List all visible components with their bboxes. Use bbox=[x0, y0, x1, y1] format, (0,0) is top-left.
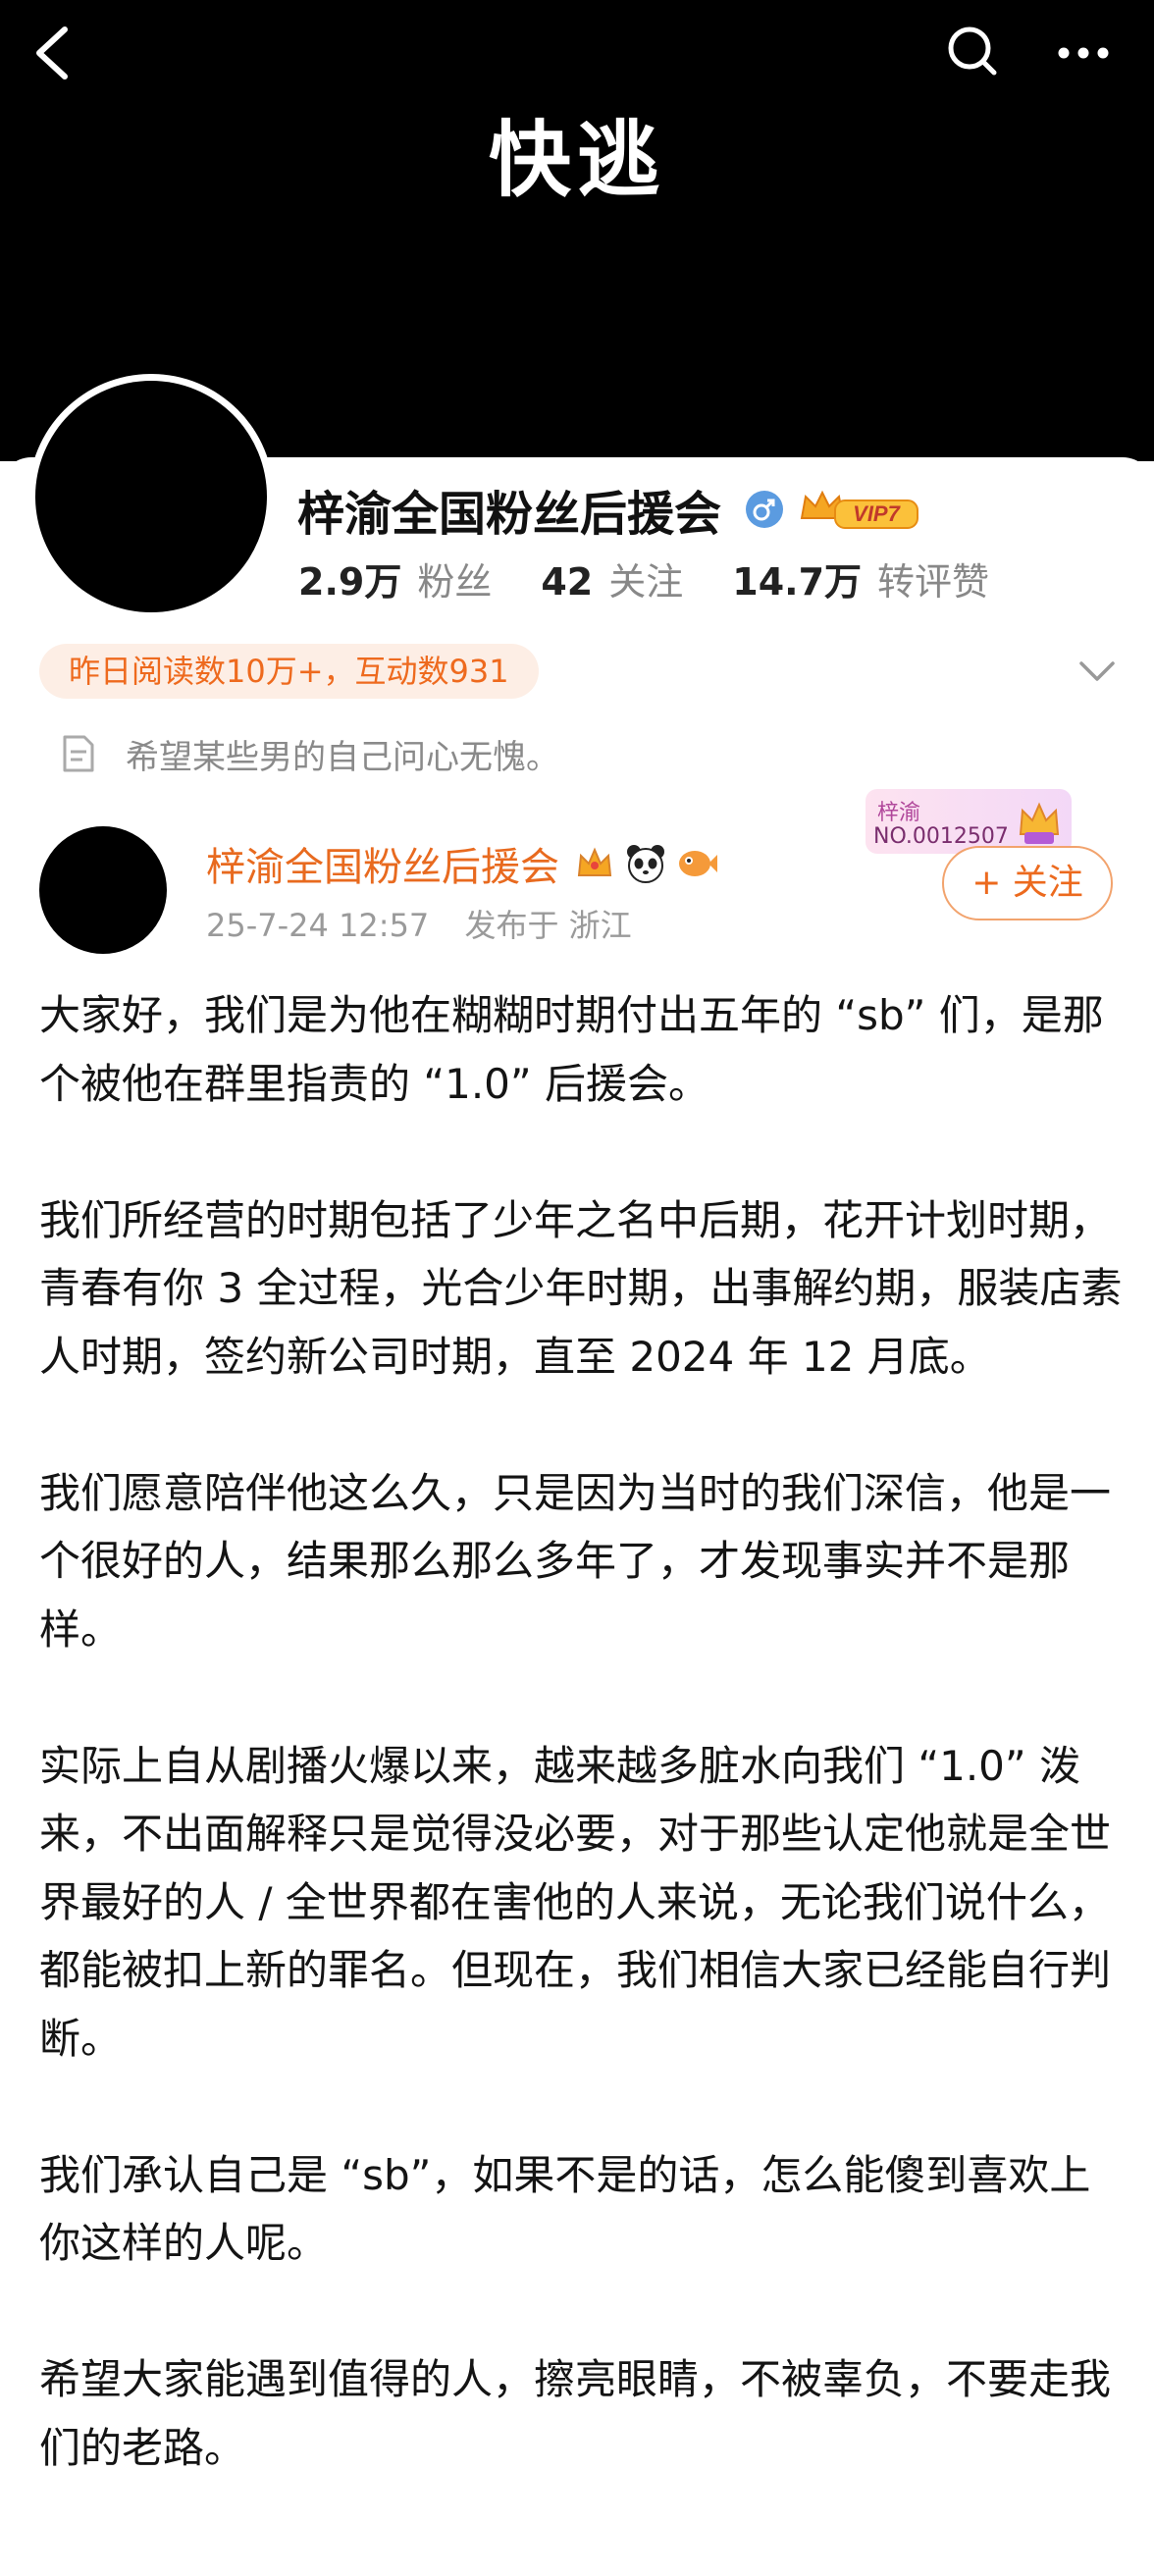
post-paragraph: 我们所经营的时期包括了少年之名中后期，花开计划时期，青春有你 3 全过程，光合少… bbox=[39, 1195, 1123, 1381]
interactions-label: 转评赞 bbox=[877, 560, 990, 604]
cover-title: 快逃 bbox=[488, 112, 665, 208]
crown-icon bbox=[1019, 802, 1060, 844]
profile-bio: 希望某些男的自己问心无愧。 bbox=[61, 726, 559, 781]
post-paragraph: 大家好，我们是为他在糊糊时期付出五年的 “sb” 们，是那个被他在群里指责的 “… bbox=[39, 991, 1104, 1108]
search-icon[interactable] bbox=[932, 18, 1011, 86]
post-paragraph: 实际上自从剧播火爆以来，越来越多脏水向我们 “1.0” 泼来，不出面解释只是觉得… bbox=[39, 1741, 1112, 2063]
interactions-count: 14.7万 bbox=[732, 560, 863, 604]
follow-button[interactable]: + 关注 bbox=[942, 846, 1113, 920]
more-icon[interactable] bbox=[1046, 18, 1125, 86]
post-paragraph: 我们承认自己是 “sb”，如果不是的话，怎么能傻到喜欢上你这样的人呢。 bbox=[39, 2150, 1091, 2268]
followers-label[interactable]: 粉丝 bbox=[417, 552, 492, 605]
vip-badge[interactable]: VIP7 bbox=[796, 485, 923, 534]
post-location: 发布于 浙江 bbox=[464, 907, 632, 944]
following-label[interactable]: 关注 bbox=[608, 552, 683, 605]
post-author-row: 梓渝全国粉丝后援会 bbox=[206, 836, 718, 891]
profile-avatar[interactable] bbox=[35, 381, 267, 612]
post-author-avatar[interactable] bbox=[39, 826, 167, 954]
followers-count[interactable]: 2.9万 bbox=[298, 552, 401, 605]
profile-name-row: 梓渝全国粉丝后援会 VIP7 bbox=[297, 475, 923, 544]
document-icon bbox=[63, 735, 94, 772]
fan-badge-name: 梓渝 bbox=[877, 801, 921, 825]
post-author-name[interactable]: 梓渝全国粉丝后援会 bbox=[206, 835, 559, 892]
post-body: 大家好，我们是为他在糊糊时期付出五年的 “sb” 们，是那个被他在群里指责的 “… bbox=[39, 981, 1128, 2482]
following-count[interactable]: 42 bbox=[541, 560, 593, 604]
crown-icon bbox=[577, 847, 612, 876]
post-time: 25-7-24 12:57 bbox=[206, 907, 430, 944]
post-paragraph: 希望大家能遇到值得的人，擦亮眼睛，不被辜负，不要走我们的老路。 bbox=[39, 2355, 1112, 2472]
fish-icon bbox=[679, 851, 717, 876]
bio-text: 希望某些男的自己问心无愧。 bbox=[126, 737, 559, 777]
profile-name: 梓渝全国粉丝后援会 bbox=[297, 487, 722, 542]
fan-club-badge[interactable]: 梓渝 NO.0012507 bbox=[866, 789, 1072, 854]
post-meta: 25-7-24 12:57 发布于 浙江 bbox=[206, 901, 632, 946]
panda-icon bbox=[627, 845, 664, 883]
post-paragraph: 我们愿意陪伴他这么久，只是因为当时的我们深信，他是一个很好的人，结果那么那么多年… bbox=[39, 1468, 1112, 1654]
back-icon[interactable] bbox=[22, 18, 80, 86]
activity-pill[interactable]: 昨日阅读数10万+，互动数931 bbox=[39, 644, 539, 699]
vip-badge-label: VIP7 bbox=[853, 501, 901, 526]
verified-male-icon bbox=[746, 491, 784, 528]
profile-stats: 2.9万 粉丝 42 关注 14.7万 转评赞 bbox=[298, 552, 989, 604]
chevron-down-icon[interactable] bbox=[1074, 652, 1121, 691]
